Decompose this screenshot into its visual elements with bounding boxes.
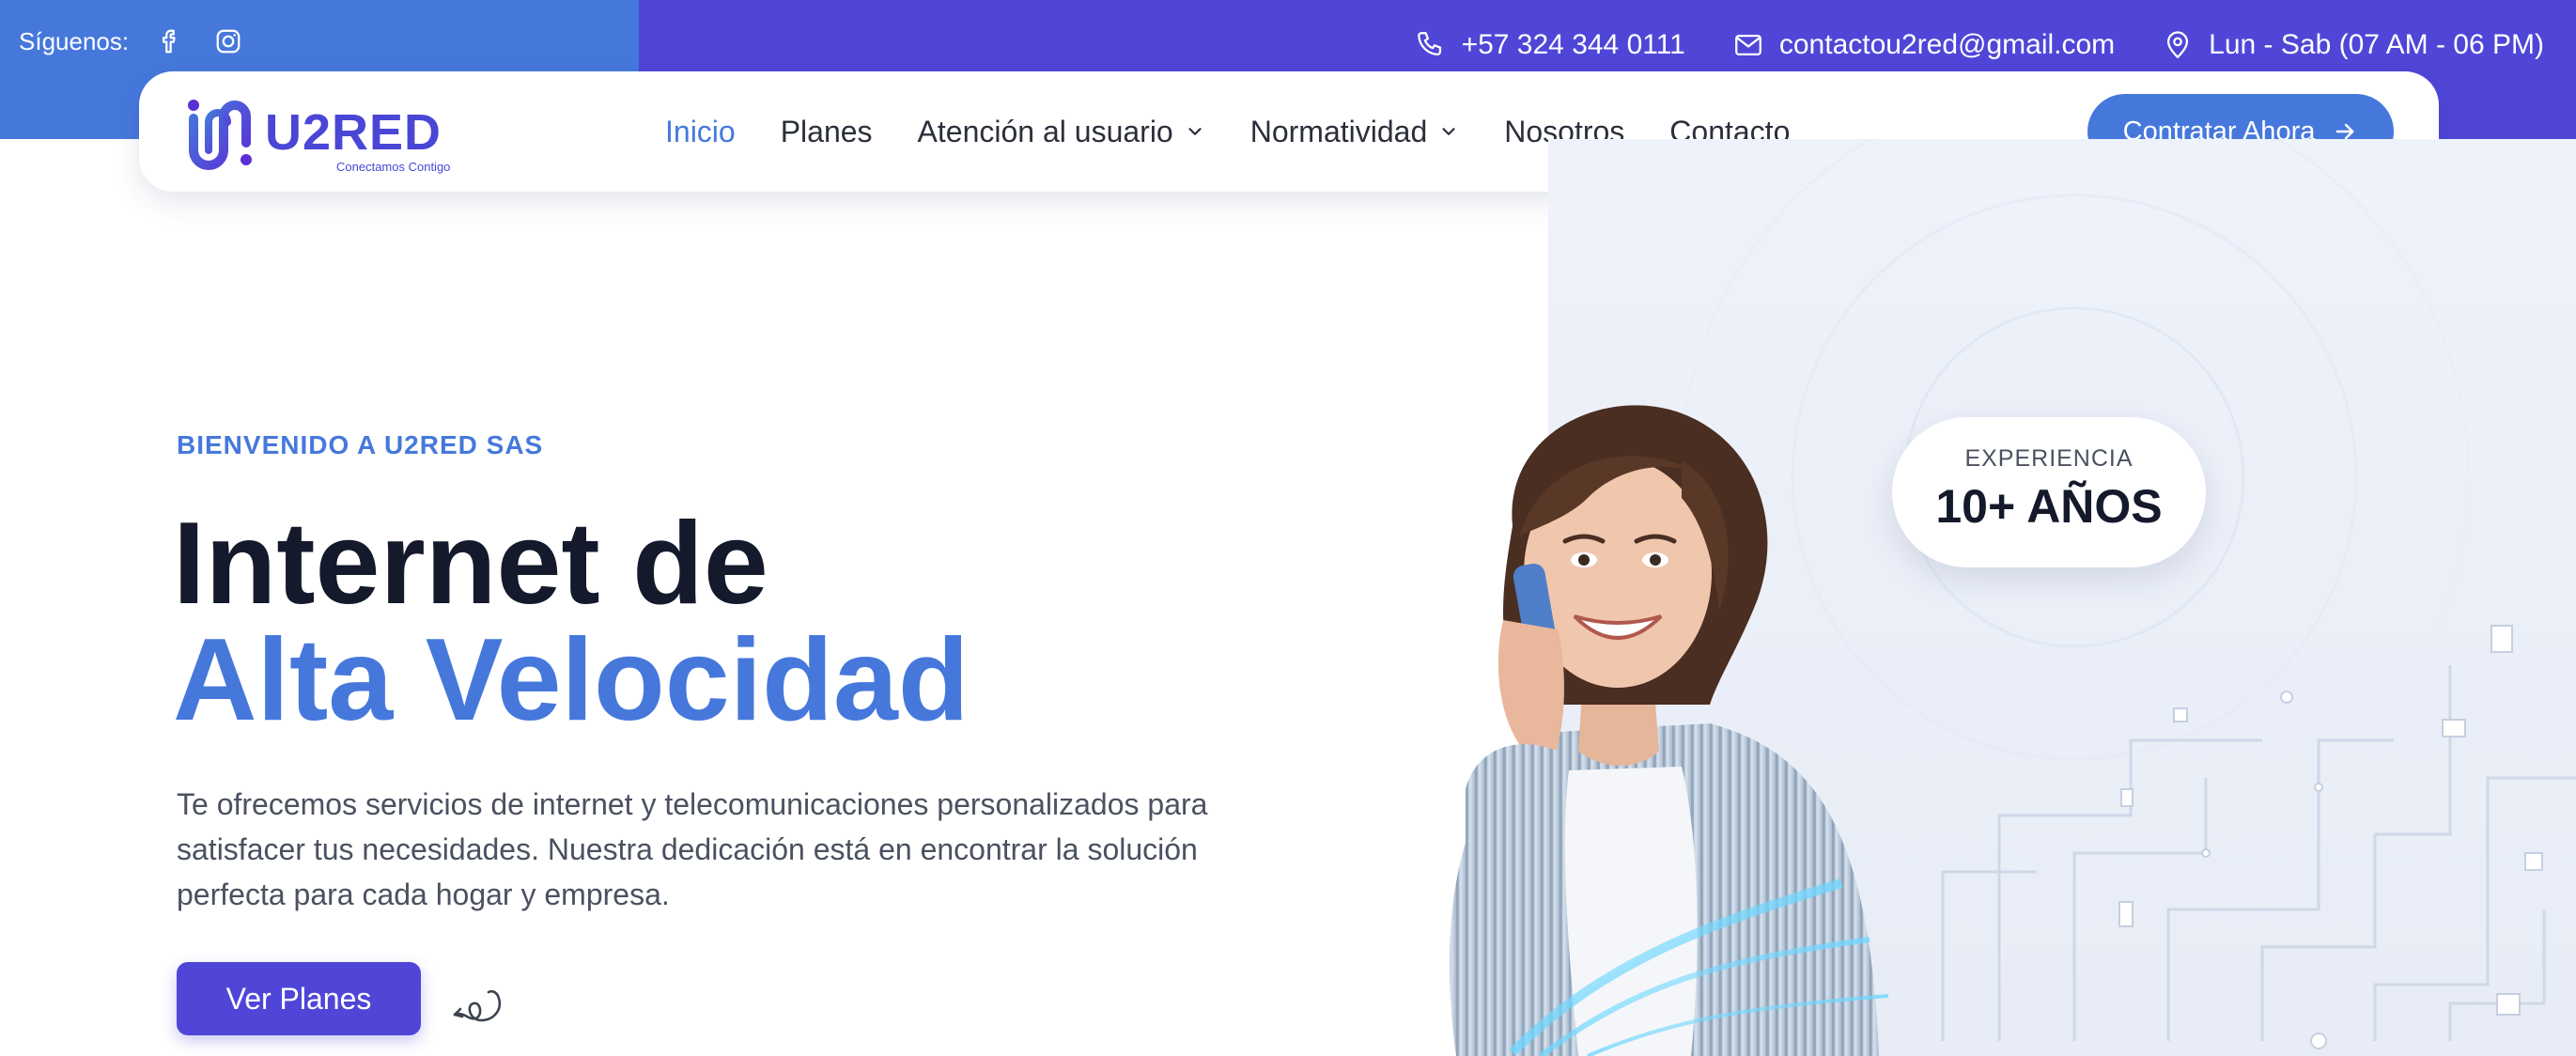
ver-planes-button[interactable]: Ver Planes [177, 962, 421, 1035]
nav-atencion-usuario[interactable]: Atención al usuario [918, 115, 1205, 149]
nav-label: Inicio [665, 114, 736, 148]
experience-label: EXPERIENCIA [1964, 445, 2134, 472]
brand-logo[interactable]: U2RED Conectamos Contigo [180, 85, 450, 179]
hero-eyebrow: BIENVENIDO A U2RED SAS [177, 430, 544, 459]
hero-description: Te ofrecemos servicios de internet y tel… [177, 787, 1208, 911]
nav-label: Normatividad [1249, 114, 1428, 148]
hero-title-line-1: Internet de [173, 499, 768, 629]
nav-inicio[interactable]: Inicio [665, 115, 736, 149]
brand-tagline: Conectamos Contigo [336, 160, 451, 174]
contact-info: +57 324 344 0111 contactou2red@gmail.com… [1415, 24, 2544, 66]
phone-icon [1417, 32, 1441, 56]
squiggle-arrow-icon [453, 989, 501, 1022]
ver-planes-label: Ver Planes [225, 981, 372, 1016]
chevron-down-icon [1442, 128, 1455, 135]
chevron-down-icon [1188, 128, 1202, 135]
opening-hours: Lun - Sab (07 AM - 06 PM) [2209, 29, 2544, 60]
hours-info: Lun - Sab (07 AM - 06 PM) [2162, 29, 2544, 61]
social-follow: Síguenos: [19, 24, 245, 58]
location-pin-icon [2167, 31, 2189, 59]
hero-title-line-2: Alta Velocidad [173, 615, 970, 745]
logo-mark-icon [188, 100, 252, 170]
experience-value: 10+ AÑOS [1935, 480, 2163, 533]
experience-badge: EXPERIENCIA 10+ AÑOS [1892, 417, 2206, 567]
nav-normatividad[interactable]: Normatividad [1250, 115, 1460, 149]
instagram-icon[interactable] [211, 24, 245, 58]
facebook-icon[interactable] [153, 24, 187, 58]
nav-label: Planes [780, 114, 873, 148]
woman-on-phone-image [1449, 405, 1889, 1056]
phone-number: +57 324 344 0111 [1461, 29, 1685, 60]
brand-name: U2RED [265, 104, 442, 161]
email-address: contactou2red@gmail.com [1778, 29, 2116, 60]
email-contact[interactable]: contactou2red@gmail.com [1732, 29, 2115, 61]
nav-label: Atención al usuario [917, 114, 1173, 148]
mail-icon [1734, 34, 1761, 56]
follow-label: Síguenos: [19, 26, 130, 55]
nav-planes[interactable]: Planes [781, 115, 873, 149]
phone-contact[interactable]: +57 324 344 0111 [1415, 29, 1685, 61]
